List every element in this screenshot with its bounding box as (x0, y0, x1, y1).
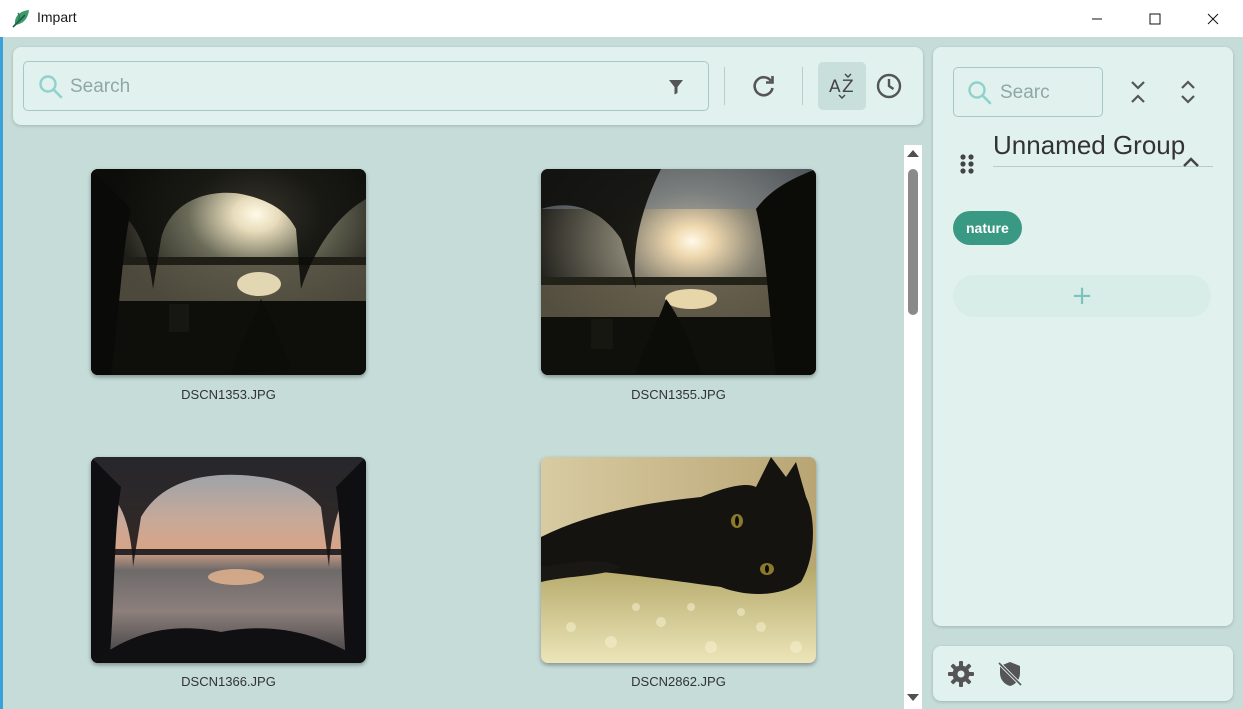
expand-all-icon (1181, 80, 1195, 104)
scroll-down-arrow-icon[interactable] (907, 694, 919, 701)
gear-icon (948, 661, 974, 687)
sort-alpha-icon: A Z (829, 73, 854, 99)
maximize-button[interactable] (1126, 0, 1184, 37)
image-thumbnail[interactable] (541, 457, 816, 663)
app-logo-icon (12, 10, 29, 28)
sort-alpha-button[interactable]: A Z (818, 62, 866, 110)
plus-icon: + (1071, 281, 1093, 311)
tag-chip[interactable]: nature (953, 211, 1022, 245)
add-tag-button[interactable]: + (953, 275, 1211, 317)
refresh-button[interactable] (740, 62, 788, 110)
image-filename: DSCN2862.JPG (631, 674, 726, 689)
svg-text:Z: Z (842, 77, 854, 97)
shield-off-icon (997, 661, 1023, 687)
sunset-reflection-image (91, 457, 366, 663)
image-filename: DSCN1366.JPG (181, 674, 276, 689)
expand-all-button[interactable] (1171, 75, 1205, 109)
search-box[interactable] (23, 61, 709, 111)
image-gallery: DSCN1353.JPG DSCN1355.JPG DSCN1366.JPG D… (3, 140, 903, 709)
image-thumbnail[interactable] (91, 169, 366, 375)
tag-search-input[interactable] (1000, 80, 1095, 106)
maximize-icon (1149, 13, 1161, 24)
gallery-scrollbar[interactable] (904, 145, 922, 709)
main-toolbar: A Z (13, 47, 923, 125)
title-bar: Impart (0, 0, 1243, 37)
sunset-willow-image (541, 169, 816, 375)
tag-panel: Unnamed Group nature + (933, 47, 1233, 626)
shield-button[interactable] (995, 659, 1025, 689)
image-thumbnail[interactable] (91, 457, 366, 663)
scroll-up-arrow-icon[interactable] (907, 150, 919, 157)
filter-icon[interactable] (666, 77, 686, 97)
search-icon (39, 75, 63, 99)
image-filename: DSCN1355.JPG (631, 387, 726, 402)
minimize-icon (1092, 18, 1102, 19)
collapse-all-icon (1131, 81, 1145, 103)
minimize-button[interactable] (1068, 0, 1126, 37)
image-filename: DSCN1353.JPG (181, 387, 276, 402)
tag-search-box[interactable] (953, 67, 1103, 117)
search-input[interactable] (70, 74, 630, 100)
history-button[interactable] (865, 62, 913, 110)
image-thumbnail[interactable] (541, 169, 816, 375)
sunset-willow-image (91, 169, 366, 375)
svg-text:A: A (829, 77, 841, 97)
drag-handle-icon[interactable] (959, 153, 975, 175)
history-icon (876, 73, 902, 99)
toolbar-divider (802, 67, 803, 105)
refresh-icon (753, 76, 774, 97)
chevron-up-icon[interactable] (1179, 151, 1203, 175)
collapse-all-button[interactable] (1121, 75, 1155, 109)
black-cat-image (541, 457, 816, 663)
settings-button[interactable] (946, 659, 976, 689)
toolbar-divider (724, 67, 725, 105)
window-title: Impart (37, 9, 77, 25)
close-button[interactable] (1184, 0, 1242, 37)
close-icon (1207, 13, 1219, 24)
search-icon (968, 81, 992, 105)
bottom-bar (933, 646, 1233, 701)
scroll-thumb[interactable] (908, 169, 918, 315)
